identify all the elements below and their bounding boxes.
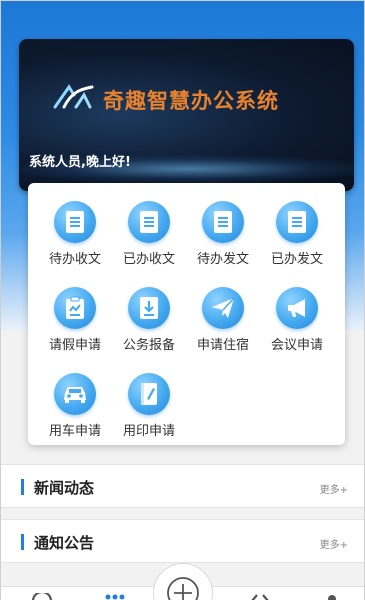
apps-tab-icon[interactable] — [104, 593, 126, 600]
app-logo-icon — [53, 84, 94, 109]
leave-form-icon — [54, 287, 96, 329]
car-icon — [54, 373, 96, 415]
menu-item-pending-outgoing[interactable]: 待办发文 — [186, 201, 260, 267]
home-tab-icon[interactable] — [31, 593, 53, 600]
notice-more-link[interactable]: 更多+ — [320, 536, 348, 551]
download-report-icon — [128, 287, 170, 329]
greeting-text: 系统人员,晚上好! — [29, 155, 131, 170]
news-section-title: 新闻动态 — [34, 479, 95, 497]
menu-item-done-incoming[interactable]: 已办收文 — [112, 201, 186, 267]
menu-item-label: 待办收文 — [48, 252, 101, 267]
app-banner: 奇趣智慧办公系统 系统人员,晚上好! — [19, 39, 354, 191]
document-icon — [276, 201, 318, 243]
menu-item-meeting-request[interactable]: 会议申请 — [260, 287, 334, 353]
menu-item-vehicle-request[interactable]: 用车申请 — [38, 373, 112, 439]
function-menu-card: 待办收文 已办收文 待办发文 已办发文 请假申请 公务报备 申请住宿 会议申请 … — [28, 183, 345, 445]
document-icon — [54, 201, 96, 243]
menu-item-leave-request[interactable]: 请假申请 — [38, 287, 112, 353]
menu-item-label: 用车申请 — [48, 424, 101, 439]
menu-item-done-outgoing[interactable]: 已办发文 — [260, 201, 334, 267]
app-title: 奇趣智慧办公系统 — [103, 89, 279, 113]
section-accent-bar — [21, 479, 24, 495]
document-icon — [202, 201, 244, 243]
notice-section-title: 通知公告 — [34, 534, 95, 552]
menu-item-label: 已办发文 — [270, 252, 323, 267]
section-accent-bar — [21, 534, 24, 550]
menu-item-label: 用印申请 — [122, 424, 175, 439]
contacts-tab-icon[interactable] — [249, 593, 271, 600]
notice-section-header: 通知公告 更多+ — [1, 519, 364, 563]
menu-item-label: 已办收文 — [122, 252, 175, 267]
menu-item-seal-request[interactable]: 用印申请 — [112, 373, 186, 439]
plus-icon — [167, 577, 199, 600]
menu-item-label: 申请住宿 — [196, 338, 249, 353]
add-button[interactable] — [153, 563, 213, 600]
menu-item-official-report[interactable]: 公务报备 — [112, 287, 186, 353]
menu-item-label: 请假申请 — [48, 338, 101, 353]
menu-item-label: 待办发文 — [196, 252, 249, 267]
notebook-pen-icon — [128, 373, 170, 415]
menu-item-pending-incoming[interactable]: 待办收文 — [38, 201, 112, 267]
profile-tab-icon[interactable] — [323, 593, 341, 600]
megaphone-icon — [276, 287, 318, 329]
news-more-link[interactable]: 更多+ — [320, 481, 348, 496]
menu-item-label: 公务报备 — [122, 338, 175, 353]
menu-item-accommodation-request[interactable]: 申请住宿 — [186, 287, 260, 353]
document-icon — [128, 201, 170, 243]
menu-item-label: 会议申请 — [270, 338, 323, 353]
function-menu-grid: 待办收文 已办收文 待办发文 已办发文 请假申请 公务报备 申请住宿 会议申请 … — [38, 201, 338, 439]
paper-plane-icon — [202, 287, 244, 329]
news-section-header: 新闻动态 更多+ — [1, 464, 364, 508]
